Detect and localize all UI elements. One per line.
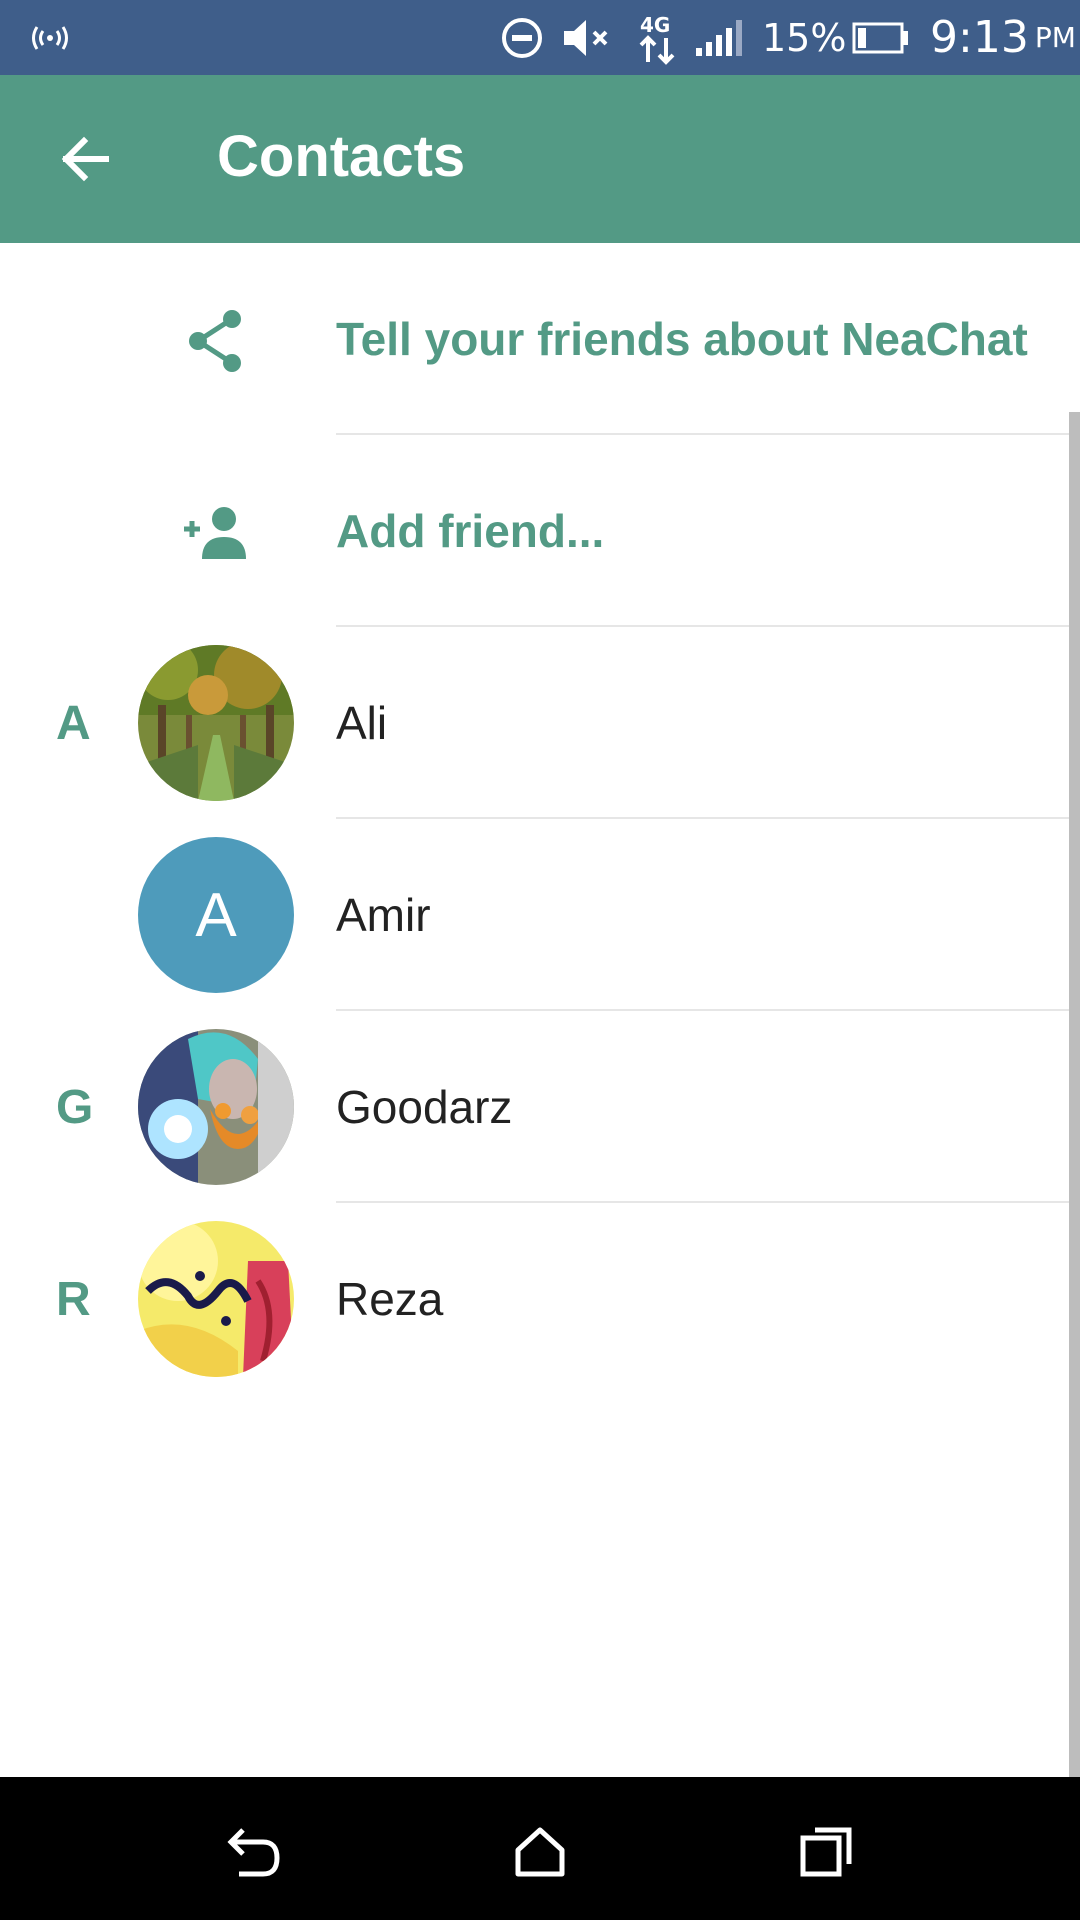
avatar[interactable]: A (138, 837, 294, 993)
back-button[interactable] (40, 119, 128, 199)
signal-icon (694, 0, 744, 75)
time-text: 9:13 (930, 12, 1029, 63)
add-friend-row[interactable]: Add friend... (0, 435, 1080, 627)
invite-friends-row[interactable]: Tell your friends about NeaChat (0, 243, 1080, 435)
invite-friends-label: Tell your friends about NeaChat (336, 313, 1028, 365)
back-nav-icon (227, 1828, 280, 1877)
battery-icon (852, 0, 910, 75)
contact-row[interactable]: A Amir (0, 819, 1080, 1011)
add-friend-label: Add friend... (336, 505, 605, 557)
do-not-disturb-icon (500, 0, 544, 75)
avatar[interactable] (138, 1221, 294, 1377)
contact-row[interactable]: G Goodarz (0, 1011, 1080, 1203)
arrow-left-icon (61, 136, 109, 182)
contact-name: Reza (336, 1273, 444, 1325)
section-letter: G (56, 1080, 94, 1134)
clock: 9:13 PM (930, 0, 1076, 75)
svg-text:4G: 4G (640, 13, 670, 37)
avatar[interactable] (138, 1029, 294, 1185)
home-button[interactable] (495, 1807, 585, 1897)
scrollbar[interactable] (1069, 412, 1080, 1777)
contact-name: Goodarz (336, 1081, 513, 1133)
contact-name: Ali (336, 697, 388, 749)
add-person-icon (178, 495, 254, 571)
section-letter: A (56, 696, 91, 750)
mute-icon (560, 0, 614, 75)
avatar[interactable] (138, 645, 294, 801)
hotspot-icon (28, 0, 72, 75)
page-title: Contacts (217, 124, 466, 189)
section-letter: R (56, 1272, 91, 1326)
contacts-list: Tell your friends about NeaChat Add frie… (0, 243, 1080, 1395)
contact-row[interactable]: A Ali (0, 627, 1080, 819)
contact-name: Amir (336, 889, 431, 941)
recents-icon (800, 1827, 852, 1877)
ampm-text: PM (1034, 21, 1076, 54)
recents-button[interactable] (782, 1807, 872, 1897)
contact-row[interactable]: R Reza (0, 1203, 1080, 1395)
network-4g-icon: 4G (636, 0, 680, 75)
status-bar: 4G 15% 9:13 PM (0, 0, 1080, 75)
navigation-bar (0, 1777, 1080, 1920)
home-icon (515, 1827, 565, 1877)
share-icon (178, 303, 254, 379)
battery-percent: 15% (762, 15, 847, 60)
app-bar: Contacts (0, 75, 1080, 243)
back-nav-button[interactable] (208, 1807, 298, 1897)
